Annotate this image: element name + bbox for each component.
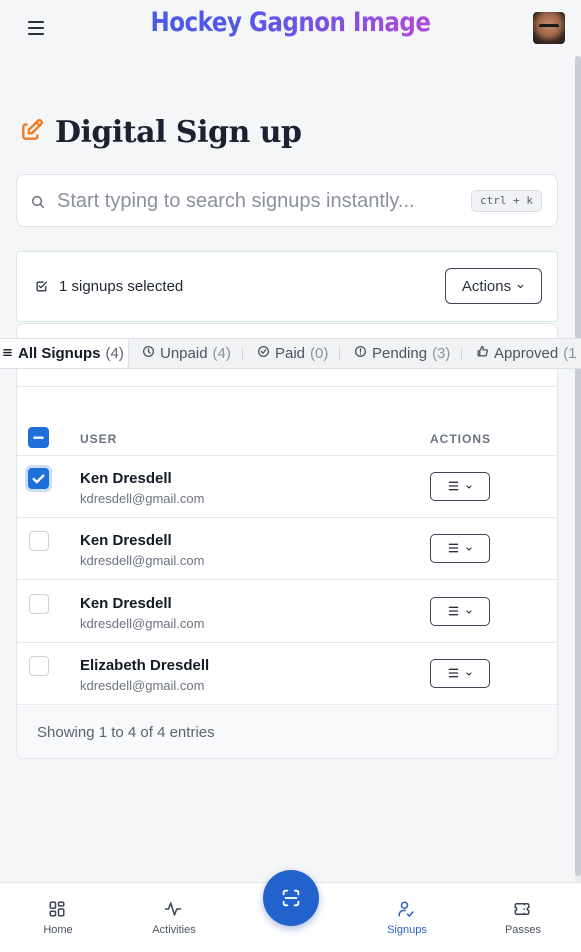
table-row[interactable]: Ken Dresdell kdresdell@gmail.com <box>17 581 557 643</box>
filter-tabs: All Signups (4) Unpaid (4) Paid (0) Pend… <box>0 338 581 369</box>
alert-circle-icon <box>354 345 367 362</box>
scrollbar[interactable] <box>575 56 581 882</box>
avatar[interactable] <box>533 12 565 44</box>
checkbox-square-icon <box>35 280 48 298</box>
table-row[interactable]: Ken Dresdell kdresdell@gmail.com <box>17 518 557 580</box>
nav-passes[interactable]: Passes <box>478 883 568 952</box>
nav-label: Signups <box>387 924 427 936</box>
search-icon <box>30 194 46 215</box>
row-checkbox[interactable] <box>29 594 49 614</box>
chevron-down-icon <box>465 540 473 558</box>
nav-label: Passes <box>504 924 542 936</box>
user-email: kdresdell@gmail.com <box>80 553 205 568</box>
page-title: Digital Sign up <box>19 112 302 152</box>
search-box: ctrl + k <box>16 174 558 227</box>
brand-title[interactable]: Hockey Gagnon Image <box>0 8 581 38</box>
chevron-down-icon <box>465 478 473 496</box>
tab-all-signups[interactable]: All Signups (4) <box>0 339 129 368</box>
keyboard-shortcut-hint: ctrl + k <box>471 190 542 212</box>
edit-icon <box>19 117 45 148</box>
tabs-divider <box>16 369 558 387</box>
tab-count: (3) <box>432 345 451 362</box>
tab-divider <box>461 347 462 361</box>
column-header-actions: ACTIONS <box>430 432 491 446</box>
tab-label: Paid <box>275 345 306 362</box>
tab-paid[interactable]: Paid (0) <box>257 339 328 368</box>
row-actions-button[interactable] <box>430 472 490 501</box>
table-footer: Showing 1 to 4 of 4 entries <box>17 706 557 758</box>
entries-info: Showing 1 to 4 of 4 entries <box>37 724 215 741</box>
tab-unpaid[interactable]: Unpaid (4) <box>142 339 231 368</box>
nav-signups[interactable]: Signups <box>362 883 452 952</box>
nav-home[interactable]: Home <box>13 883 103 952</box>
page-title-text: Digital Sign up <box>55 114 302 150</box>
row-checkbox[interactable] <box>29 656 49 676</box>
table-header: USER ACTIONS <box>17 420 557 456</box>
column-header-user[interactable]: USER <box>80 432 117 446</box>
row-checkbox[interactable] <box>29 531 49 551</box>
tab-divider <box>339 347 340 361</box>
tab-label: All Signups <box>18 344 101 362</box>
tab-count: (4) <box>105 344 124 362</box>
search-input[interactable] <box>57 185 467 217</box>
row-actions-button[interactable] <box>430 597 490 626</box>
tab-label: Pending <box>372 345 428 362</box>
ticket-icon <box>513 900 531 923</box>
actions-label: Actions <box>461 277 512 295</box>
tab-divider <box>242 347 243 361</box>
tab-label: Unpaid <box>160 345 208 362</box>
user-name: Ken Dresdell <box>80 532 172 549</box>
table-row[interactable]: Elizabeth Dresdell kdresdell@gmail.com <box>17 643 557 705</box>
activity-pulse-icon <box>164 900 182 923</box>
nav-label: Home <box>43 924 73 936</box>
scan-qr-button[interactable] <box>263 870 319 926</box>
chevron-down-icon <box>516 278 525 295</box>
user-name: Ken Dresdell <box>80 470 172 487</box>
dashboard-icon <box>48 900 66 923</box>
nav-label: Activities <box>152 924 196 936</box>
list-icon <box>2 345 13 362</box>
check-circle-icon <box>257 345 270 362</box>
tab-pending[interactable]: Pending (3) <box>354 339 450 368</box>
select-all-checkbox[interactable] <box>28 427 49 448</box>
table-row[interactable]: Ken Dresdell kdresdell@gmail.com <box>17 456 557 518</box>
nav-activities[interactable]: Activities <box>129 883 219 952</box>
user-check-icon <box>397 900 415 923</box>
chevron-down-icon <box>465 603 473 621</box>
chevron-down-icon <box>465 665 473 683</box>
menu-icon <box>448 665 459 683</box>
clock-icon <box>142 345 155 362</box>
thumbs-up-icon <box>476 345 489 362</box>
menu-icon <box>448 603 459 621</box>
row-checkbox[interactable] <box>28 468 49 489</box>
menu-icon <box>448 540 459 558</box>
tab-count: (4) <box>212 345 231 362</box>
user-email: kdresdell@gmail.com <box>80 678 205 693</box>
tab-count: (1 <box>563 345 577 362</box>
row-actions-button[interactable] <box>430 534 490 563</box>
bulk-actions-button[interactable]: Actions <box>445 268 542 304</box>
user-email: kdresdell@gmail.com <box>80 491 205 506</box>
top-bar: Hockey Gagnon Image <box>0 0 581 56</box>
selection-bar: 1 signups selected Actions <box>16 251 558 322</box>
tab-label: Approved <box>494 345 559 362</box>
tab-approved[interactable]: Approved (1 <box>476 339 577 368</box>
user-email: kdresdell@gmail.com <box>80 616 205 631</box>
user-name: Elizabeth Dresdell <box>80 657 210 674</box>
selection-count: 1 signups selected <box>59 278 184 295</box>
menu-icon <box>448 478 459 496</box>
user-name: Ken Dresdell <box>80 595 172 612</box>
tab-count: (0) <box>310 345 329 362</box>
row-actions-button[interactable] <box>430 659 490 688</box>
